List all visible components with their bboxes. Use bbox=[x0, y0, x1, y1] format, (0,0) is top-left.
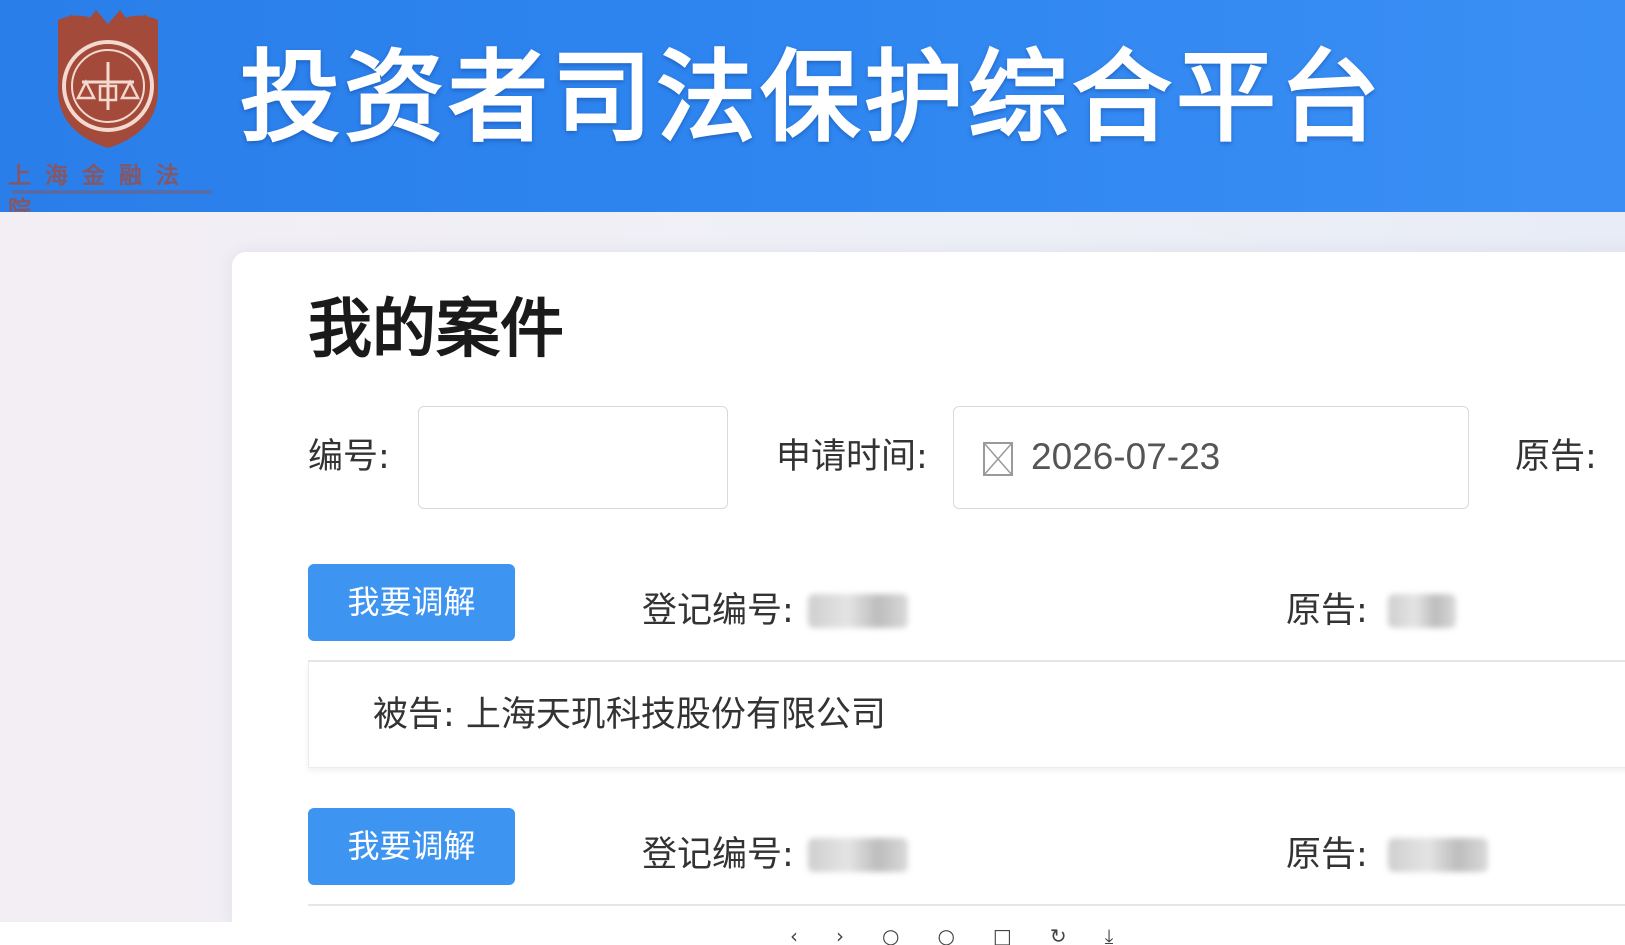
court-logo[interactable]: 上海金融法院 bbox=[4, 6, 216, 223]
court-emblem-icon bbox=[58, 10, 158, 148]
date-filter-label: 申请时间: bbox=[776, 437, 928, 477]
page-title: 我的案件 bbox=[308, 293, 564, 367]
defendant-text: 被告: 上海天玑科技股份有限公司 bbox=[373, 695, 886, 735]
calendar-icon bbox=[983, 442, 1013, 476]
mediate-button[interactable]: 我要调解 bbox=[308, 808, 515, 885]
fit-icon[interactable]: □ bbox=[993, 928, 1012, 945]
case-item: 我要调解 登记编号: 原告: bbox=[308, 804, 1625, 906]
registration-number-label: 登记编号: bbox=[642, 835, 794, 875]
case-item: 我要调解 登记编号: 原告: 被告: 上海天玑科技股份有限公司 bbox=[308, 560, 1625, 768]
top-banner: 上海金融法院 投资者司法保护综合平台 bbox=[0, 0, 1625, 223]
plaintiff-filter-label: 原告: bbox=[1515, 437, 1597, 477]
viewer-toolbar: ‹ › ○ ○ □ ↻ ⤓ bbox=[790, 928, 1113, 945]
plaintiff-label: 原告: bbox=[1286, 835, 1368, 875]
site-title: 投资者司法保护综合平台 bbox=[240, 39, 1384, 156]
number-filter-label: 编号: bbox=[308, 437, 390, 477]
zoom-in-icon[interactable]: ○ bbox=[882, 928, 899, 945]
registration-number-label: 登记编号: bbox=[642, 591, 794, 631]
case-item-body: 被告: 上海天玑科技股份有限公司 bbox=[308, 662, 1625, 768]
plaintiff-redacted bbox=[1388, 838, 1488, 872]
download-icon[interactable]: ⤓ bbox=[1105, 928, 1114, 945]
number-filter-input[interactable] bbox=[418, 406, 728, 509]
registration-number-redacted bbox=[808, 594, 908, 628]
plaintiff-redacted bbox=[1388, 594, 1456, 628]
next-icon[interactable]: › bbox=[836, 928, 844, 945]
mediate-button[interactable]: 我要调解 bbox=[308, 564, 515, 641]
plaintiff-label: 原告: bbox=[1286, 591, 1368, 631]
case-item-header: 我要调解 登记编号: 原告: bbox=[308, 560, 1625, 662]
date-filter-value: 2026-07-23 bbox=[1031, 436, 1221, 477]
case-item-header: 我要调解 登记编号: 原告: bbox=[308, 804, 1625, 906]
rotate-icon[interactable]: ↻ bbox=[1050, 928, 1067, 945]
logo-subline bbox=[12, 190, 212, 194]
zoom-out-icon[interactable]: ○ bbox=[937, 928, 954, 945]
previous-icon[interactable]: ‹ bbox=[790, 928, 798, 945]
registration-number-redacted bbox=[808, 838, 908, 872]
